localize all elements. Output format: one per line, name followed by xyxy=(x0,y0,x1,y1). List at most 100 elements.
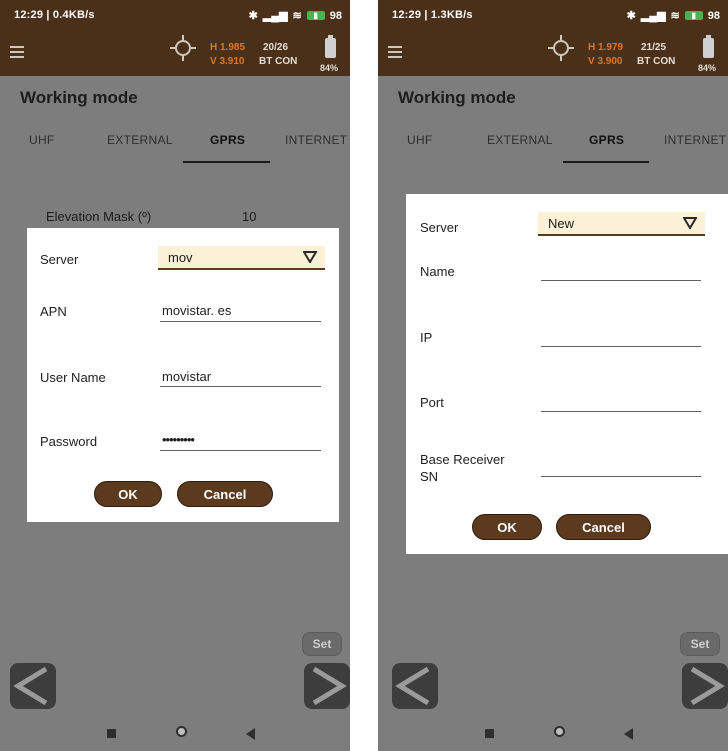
status-time: 12:29 | 0.4KB/s xyxy=(14,9,95,21)
tab-indicator xyxy=(563,161,649,163)
user-name-input[interactable]: movistar xyxy=(162,369,211,384)
ok-button[interactable]: OK xyxy=(472,514,542,540)
wifi-icon: ≋ xyxy=(670,10,680,22)
elevation-mask-value: 10 xyxy=(242,209,257,224)
app-header: 12:29 | 1.3KB/s ✱ ▂▄▆ ≋ ▮ 98 H 1.979 V 3… xyxy=(378,0,728,76)
tab-bar: UHF EXTERNAL GPRS INTERNET xyxy=(0,133,350,161)
gps-v-precision: V 3.910 xyxy=(210,56,245,67)
wifi-icon: ≋ xyxy=(292,10,302,22)
signal-icon: ▂▄▆ xyxy=(262,10,288,22)
tab-external[interactable]: EXTERNAL xyxy=(487,133,553,147)
recents-icon[interactable] xyxy=(107,729,116,738)
set-button[interactable]: Set xyxy=(302,632,342,656)
gprs-server-dialog: Server New Name IP Port Base Receiver SN… xyxy=(406,194,728,554)
dropdown-triangle-icon xyxy=(303,251,317,263)
gps-h-precision: H 1.979 xyxy=(588,42,624,53)
next-button[interactable] xyxy=(304,663,350,709)
apn-underline xyxy=(160,321,321,322)
satellite-count: 21/25 xyxy=(641,42,667,53)
elevation-mask-label: Elevation Mask (º) xyxy=(46,209,152,224)
recents-icon[interactable] xyxy=(485,729,494,738)
apn-label: APN xyxy=(40,304,67,319)
port-input[interactable] xyxy=(541,411,701,412)
password-input[interactable]: ••••••••• xyxy=(162,432,195,447)
server-label: Server xyxy=(420,220,459,235)
system-nav-bar xyxy=(0,716,350,751)
server-selected-value: New xyxy=(548,216,575,231)
cancel-button[interactable]: Cancel xyxy=(556,514,651,540)
server-label: Server xyxy=(40,252,79,267)
satellite-count: 20/26 xyxy=(263,42,289,53)
receiver-battery-pct: 84% xyxy=(697,63,716,73)
bluetooth-icon: ✱ xyxy=(248,10,258,22)
chevron-left-icon xyxy=(13,666,48,706)
password-underline xyxy=(160,450,321,451)
cancel-button[interactable]: Cancel xyxy=(177,481,273,507)
ip-label: IP xyxy=(420,330,433,345)
battery-level: 98 xyxy=(329,9,342,22)
tab-uhf[interactable]: UHF xyxy=(29,133,55,147)
battery-level: 98 xyxy=(707,9,720,22)
gps-h-precision: H 1.985 xyxy=(210,42,246,53)
apn-input[interactable]: movistar. es xyxy=(162,303,231,318)
port-label: Port xyxy=(420,395,444,410)
tab-indicator xyxy=(183,161,270,163)
server-select[interactable]: mov xyxy=(158,246,325,270)
phone-screen-left: 12:29 | 0.4KB/s ✱ ▂▄▆ ≋ ▮ 98 H 1.985 V 3… xyxy=(0,0,350,751)
receiver-battery-icon xyxy=(325,35,336,58)
dropdown-triangle-icon xyxy=(683,217,697,229)
ip-input[interactable] xyxy=(541,346,701,347)
hamburger-menu-icon[interactable] xyxy=(10,43,24,61)
password-label: Password xyxy=(40,434,98,449)
battery-icon: ▮ xyxy=(306,11,325,20)
status-time: 12:29 | 1.3KB/s xyxy=(392,9,473,21)
set-button[interactable]: Set xyxy=(680,632,720,656)
bt-status: BT CON xyxy=(259,56,298,67)
tab-internet[interactable]: INTERNET xyxy=(664,133,726,147)
phone-screen-right: 12:29 | 1.3KB/s ✱ ▂▄▆ ≋ ▮ 98 H 1.979 V 3… xyxy=(378,0,728,751)
back-icon[interactable] xyxy=(246,728,255,740)
user-name-underline xyxy=(160,386,321,387)
gprs-dialog: Server mov APN movistar. es User Name mo… xyxy=(27,228,339,522)
chevron-right-icon xyxy=(690,666,725,706)
base-receiver-sn-label: Base Receiver SN xyxy=(420,451,505,485)
server-selected-value: mov xyxy=(168,250,193,265)
page-title: Working mode xyxy=(398,88,516,107)
previous-button[interactable] xyxy=(392,663,438,709)
base-receiver-label-line1: Base Receiver xyxy=(420,452,505,467)
receiver-battery-icon xyxy=(703,35,714,58)
battery-icon: ▮ xyxy=(684,11,703,20)
signal-icon: ▂▄▆ xyxy=(640,10,666,22)
receiver-battery-pct: 84% xyxy=(319,63,338,73)
status-icons: ✱ ▂▄▆ ≋ ▮ 98 xyxy=(248,9,342,23)
tab-gprs[interactable]: GPRS xyxy=(589,133,624,147)
tab-gprs[interactable]: GPRS xyxy=(210,133,245,147)
crosshair-icon xyxy=(548,35,574,61)
name-input[interactable] xyxy=(541,280,701,281)
home-icon[interactable] xyxy=(554,726,565,737)
previous-button[interactable] xyxy=(10,663,56,709)
bluetooth-icon: ✱ xyxy=(626,10,636,22)
app-header: 12:29 | 0.4KB/s ✱ ▂▄▆ ≋ ▮ 98 H 1.985 V 3… xyxy=(0,0,350,76)
next-button[interactable] xyxy=(682,663,728,709)
tab-external[interactable]: EXTERNAL xyxy=(107,133,173,147)
server-select[interactable]: New xyxy=(538,212,705,236)
chevron-left-icon xyxy=(395,666,430,706)
chevron-right-icon xyxy=(312,666,347,706)
base-receiver-sn-input[interactable] xyxy=(541,476,701,477)
home-icon[interactable] xyxy=(176,726,187,737)
tab-internet[interactable]: INTERNET xyxy=(285,133,347,147)
crosshair-icon xyxy=(170,35,196,61)
bt-status: BT CON xyxy=(637,56,676,67)
status-icons: ✱ ▂▄▆ ≋ ▮ 98 xyxy=(626,9,720,23)
back-icon[interactable] xyxy=(624,728,633,740)
page-title: Working mode xyxy=(20,88,138,107)
name-label: Name xyxy=(420,264,455,279)
tab-bar: UHF EXTERNAL GPRS INTERNET xyxy=(378,133,728,161)
tab-uhf[interactable]: UHF xyxy=(407,133,433,147)
base-receiver-label-line2: SN xyxy=(420,469,439,484)
ok-button[interactable]: OK xyxy=(94,481,162,507)
user-name-label: User Name xyxy=(40,370,106,385)
hamburger-menu-icon[interactable] xyxy=(388,43,402,61)
gps-v-precision: V 3.900 xyxy=(588,56,623,67)
